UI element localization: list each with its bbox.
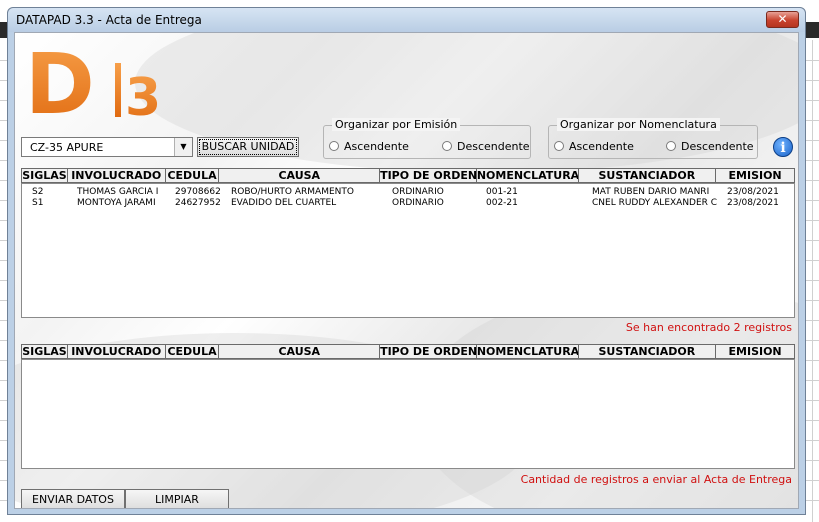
col-siglas[interactable]: SIGLAS (22, 169, 68, 182)
table-row[interactable]: S1 MONTOYA JARAMI 24627952 EVADIDO DEL C… (22, 198, 794, 209)
col-emision[interactable]: EMISION (716, 169, 794, 182)
col-involucrado[interactable]: INVOLUCRADO (68, 345, 166, 358)
sort-nomenclatura-group: Organizar por Nomenclatura Ascendente De… (548, 118, 758, 159)
results-grid-header: SIGLAS INVOLUCRADO CEDULA CAUSA TIPO DE … (21, 168, 795, 183)
emision-ascendente-radio[interactable]: Ascendente (329, 140, 409, 153)
selected-grid[interactable] (21, 359, 795, 469)
close-icon: ✕ (777, 12, 788, 26)
datapad-logo: D 3 (25, 41, 161, 121)
acta-entrega-window: DATAPAD 3.3 - Acta de Entrega ✕ D 3 CZ-3… (7, 7, 806, 515)
logo-letter: D (25, 41, 95, 121)
col-tipo-orden[interactable]: TIPO DE ORDEN (380, 345, 477, 358)
info-icon[interactable]: i (773, 137, 793, 157)
chevron-down-icon[interactable]: ▼ (174, 138, 192, 156)
limpiar-button[interactable]: LIMPIAR (125, 489, 229, 508)
col-cedula[interactable]: CEDULA (166, 169, 220, 182)
nomenclatura-descendente-radio[interactable]: Descendente (666, 140, 754, 153)
emision-descendente-radio[interactable]: Descendente (442, 140, 530, 153)
sort-emision-group: Organizar por Emisión Ascendente Descend… (323, 118, 531, 159)
col-sustanciador[interactable]: SUSTANCIADOR (579, 345, 717, 358)
col-siglas[interactable]: SIGLAS (22, 345, 68, 358)
send-records-status: Cantidad de registros a enviar al Acta d… (520, 473, 792, 486)
unit-select-value: CZ-35 APURE (30, 141, 104, 154)
col-emision[interactable]: EMISION (716, 345, 794, 358)
sort-emision-title: Organizar por Emisión (332, 118, 461, 131)
enviar-datos-button[interactable]: ENVIAR DATOS (21, 489, 125, 508)
radio-icon (554, 141, 564, 151)
table-row[interactable]: S2 THOMAS GARCIA I 29708662 ROBO/HURTO A… (22, 187, 794, 198)
col-tipo-orden[interactable]: TIPO DE ORDEN (380, 169, 477, 182)
col-nomenclatura[interactable]: NOMENCLATURA (477, 345, 579, 358)
col-nomenclatura[interactable]: NOMENCLATURA (477, 169, 579, 182)
col-causa[interactable]: CAUSA (219, 345, 381, 358)
title-bar[interactable]: DATAPAD 3.3 - Acta de Entrega ✕ (8, 8, 805, 32)
client-area: D 3 CZ-35 APURE ▼ BUSCAR UNIDAD Organiza… (14, 32, 799, 509)
window-title: DATAPAD 3.3 - Acta de Entrega (16, 13, 202, 27)
sort-nomenclatura-title: Organizar por Nomenclatura (557, 118, 720, 131)
radio-icon (329, 141, 339, 151)
col-causa[interactable]: CAUSA (219, 169, 381, 182)
col-cedula[interactable]: CEDULA (166, 345, 220, 358)
logo-number: 3 (125, 68, 161, 121)
nomenclatura-ascendente-radio[interactable]: Ascendente (554, 140, 634, 153)
radio-icon (442, 141, 452, 151)
results-grid[interactable]: S2 THOMAS GARCIA I 29708662 ROBO/HURTO A… (21, 183, 795, 318)
found-records-status: Se han encontrado 2 registros (625, 321, 792, 334)
close-button[interactable]: ✕ (766, 11, 799, 28)
selected-grid-header: SIGLAS INVOLUCRADO CEDULA CAUSA TIPO DE … (21, 344, 795, 359)
col-sustanciador[interactable]: SUSTANCIADOR (579, 169, 717, 182)
radio-icon (666, 141, 676, 151)
buscar-unidad-button[interactable]: BUSCAR UNIDAD (197, 137, 299, 157)
col-involucrado[interactable]: INVOLUCRADO (68, 169, 166, 182)
unit-select[interactable]: CZ-35 APURE ▼ (21, 137, 193, 157)
